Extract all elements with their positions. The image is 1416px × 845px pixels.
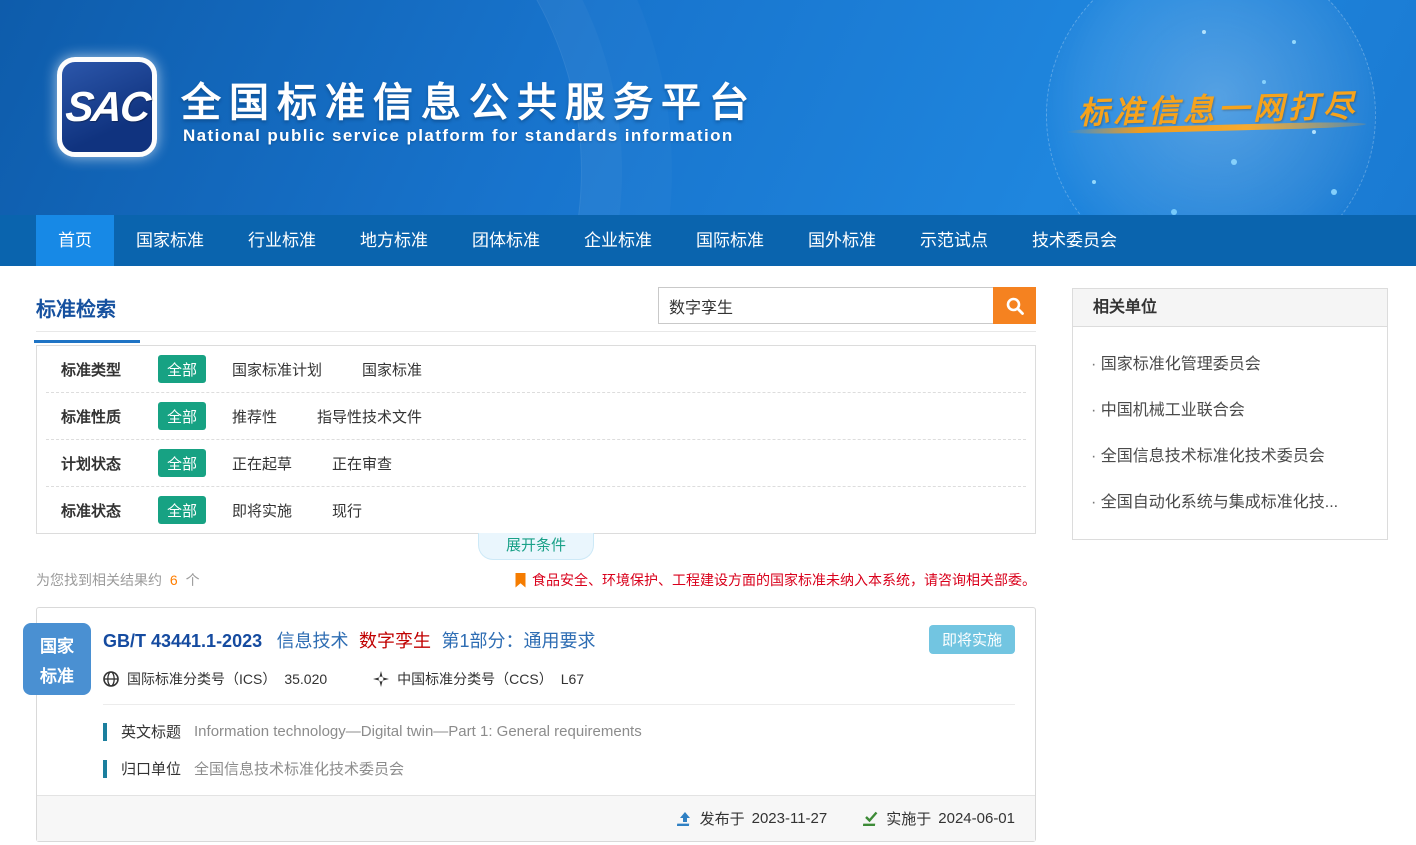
- implemented-label: 实施于: [886, 808, 931, 829]
- standard-code: GB/T 43441.1-2023: [103, 631, 262, 651]
- sac-logo[interactable]: SAC: [57, 57, 157, 157]
- nav-item-home[interactable]: 首页: [36, 215, 114, 266]
- left-column: 标准检索 标准类型 全部 国家标准计划 国家标准: [36, 266, 1036, 842]
- filter-label: 标准类型: [61, 359, 158, 380]
- committee-label: 归口单位: [121, 758, 181, 779]
- related-units-list: 国家标准化管理委员会 中国机械工业联合会 全国信息技术标准化技术委员会 全国自动…: [1073, 327, 1387, 539]
- search-button[interactable]: [993, 287, 1036, 324]
- published-date: 2023-11-27: [752, 810, 828, 827]
- english-title-row: 英文标题 Information technology—Digital twin…: [103, 721, 1015, 742]
- filter-label: 计划状态: [61, 453, 158, 474]
- nav-item-foreign-standards[interactable]: 国外标准: [786, 215, 898, 266]
- results-summary: 为您找到相关结果约 6 个: [36, 570, 200, 590]
- filter-option[interactable]: 国家标准计划: [232, 359, 322, 380]
- publish-upload-icon: [677, 811, 693, 827]
- ccs-value: L67: [561, 671, 584, 687]
- filter-option[interactable]: 正在起草: [232, 453, 292, 474]
- results-summary-suffix: 个: [186, 572, 200, 588]
- filter-row-standard-type: 标准类型 全部 国家标准计划 国家标准: [37, 346, 1035, 392]
- label-bar-decoration: [103, 723, 107, 741]
- filter-option[interactable]: 指导性技术文件: [317, 406, 422, 427]
- ccs-label: 中国标准分类号（CCS）: [397, 669, 553, 689]
- filter-row-standard-status: 标准状态 全部 即将实施 现行: [37, 487, 1035, 533]
- card-footer: 发布于 2023-11-27 实施于 2024-06-01: [37, 795, 1035, 841]
- filter-row-standard-nature: 标准性质 全部 推荐性 指导性技术文件: [37, 393, 1035, 439]
- sidebar-item-it-standardization-committee[interactable]: 全国信息技术标准化技术委员会: [1089, 431, 1371, 477]
- main-content: 标准检索 标准类型 全部 国家标准计划 国家标准: [0, 266, 1416, 842]
- filter-option[interactable]: 推荐性: [232, 406, 277, 427]
- related-units-title: 相关单位: [1073, 289, 1387, 327]
- all-button[interactable]: 全部: [158, 355, 206, 383]
- badge-line: 标准: [40, 662, 74, 687]
- committee-value: 全国信息技术标准化技术委员会: [194, 758, 404, 779]
- standard-title-link[interactable]: GB/T 43441.1-2023 信息技术 数字孪生 第1部分：通用要求: [103, 627, 595, 653]
- filter-option[interactable]: 现行: [332, 500, 362, 521]
- english-title-value: Information technology—Digital twin—Part…: [194, 723, 642, 740]
- filter-option[interactable]: 即将实施: [232, 500, 292, 521]
- nav-item-group-standards[interactable]: 团体标准: [450, 215, 562, 266]
- search-group: [658, 287, 1036, 324]
- sidebar-item-machinery-federation[interactable]: 中国机械工业联合会: [1089, 385, 1371, 431]
- result-card: 国家 标准 GB/T 43441.1-2023 信息技术 数字孪生 第1部分：通…: [36, 607, 1036, 842]
- published-date-item: 发布于 2023-11-27: [677, 808, 828, 829]
- card-body: GB/T 43441.1-2023 信息技术 数字孪生 第1部分：通用要求 即将…: [37, 608, 1035, 779]
- classification-row: 国际标准分类号（ICS） 35.020 中国标准分类号（CCS） L67: [103, 669, 1015, 705]
- sac-logo-text: SAC: [63, 83, 151, 131]
- search-input[interactable]: [658, 287, 993, 324]
- results-summary-prefix: 为您找到相关结果约: [36, 572, 162, 588]
- implemented-date-item: 实施于 2024-06-01: [863, 808, 1015, 829]
- label-bar-decoration: [103, 760, 107, 778]
- site-header: SAC 全国标准信息公共服务平台 National public service…: [0, 0, 1416, 215]
- nav-item-local-standards[interactable]: 地方标准: [338, 215, 450, 266]
- search-icon: [1005, 296, 1025, 316]
- section-title-standard-search: 标准检索: [36, 293, 116, 322]
- filter-label: 标准性质: [61, 406, 158, 427]
- published-label: 发布于: [700, 808, 745, 829]
- nav-item-technical-committees[interactable]: 技术委员会: [1010, 215, 1139, 266]
- badge-line: 国家: [40, 632, 74, 657]
- implement-check-icon: [863, 811, 879, 827]
- expand-conditions-button[interactable]: 展开条件: [478, 533, 594, 560]
- search-section: 标准检索: [36, 266, 1036, 332]
- status-badge: 即将实施: [929, 625, 1015, 654]
- globe-icon: [103, 671, 119, 687]
- filter-option[interactable]: 正在审查: [332, 453, 392, 474]
- all-button[interactable]: 全部: [158, 449, 206, 477]
- notice-text: 食品安全、环境保护、工程建设方面的国家标准未纳入本系统，请咨询相关部委。: [532, 570, 1036, 590]
- sidebar-item-sac[interactable]: 国家标准化管理委员会: [1089, 339, 1371, 385]
- nav-item-international-standards[interactable]: 国际标准: [674, 215, 786, 266]
- right-column: 相关单位 国家标准化管理委员会 中国机械工业联合会 全国信息技术标准化技术委员会…: [1072, 288, 1388, 842]
- card-title-row: GB/T 43441.1-2023 信息技术 数字孪生 第1部分：通用要求 即将…: [103, 625, 1015, 654]
- all-button[interactable]: 全部: [158, 402, 206, 430]
- filter-label: 标准状态: [61, 500, 158, 521]
- compass-icon: [373, 671, 389, 687]
- results-info-row: 为您找到相关结果约 6 个 食品安全、环境保护、工程建设方面的国家标准未纳入本系…: [36, 570, 1036, 590]
- system-notice: 食品安全、环境保护、工程建设方面的国家标准未纳入本系统，请咨询相关部委。: [515, 570, 1036, 590]
- filter-option[interactable]: 国家标准: [362, 359, 422, 380]
- nav-item-national-standards[interactable]: 国家标准: [114, 215, 226, 266]
- sidebar-item-automation-systems-committee[interactable]: 全国自动化系统与集成标准化技...: [1089, 477, 1371, 523]
- search-term-highlight: 数字孪生: [359, 631, 431, 651]
- committee-row: 归口单位 全国信息技术标准化技术委员会: [103, 758, 1015, 779]
- nav-item-enterprise-standards[interactable]: 企业标准: [562, 215, 674, 266]
- standard-title-part2: 第1部分：通用要求: [441, 631, 595, 651]
- ics-value: 35.020: [284, 671, 327, 687]
- platform-title: 全国标准信息公共服务平台: [181, 70, 757, 128]
- filter-panel: 标准类型 全部 国家标准计划 国家标准 标准性质 全部 推荐性 指导性技术文件 …: [36, 345, 1036, 534]
- all-button[interactable]: 全部: [158, 496, 206, 524]
- globe-dots-decoration: [1292, 40, 1296, 44]
- main-nav: 首页 国家标准 行业标准 地方标准 团体标准 企业标准 国际标准 国外标准 示范…: [0, 215, 1416, 266]
- standard-title-part1: 信息技术: [277, 631, 349, 651]
- english-title-label: 英文标题: [121, 721, 181, 742]
- nav-item-industry-standards[interactable]: 行业标准: [226, 215, 338, 266]
- ics-label: 国际标准分类号（ICS）: [127, 669, 276, 689]
- standard-type-badge: 国家 标准: [23, 623, 91, 695]
- bookmark-icon: [515, 573, 526, 588]
- results-count: 6: [170, 572, 178, 588]
- platform-subtitle: National public service platform for sta…: [183, 126, 734, 146]
- nav-item-pilot-demos[interactable]: 示范试点: [898, 215, 1010, 266]
- filter-row-plan-status: 计划状态 全部 正在起草 正在审查: [37, 440, 1035, 486]
- related-units-box: 相关单位 国家标准化管理委员会 中国机械工业联合会 全国信息技术标准化技术委员会…: [1072, 288, 1388, 540]
- implemented-date: 2024-06-01: [938, 810, 1015, 827]
